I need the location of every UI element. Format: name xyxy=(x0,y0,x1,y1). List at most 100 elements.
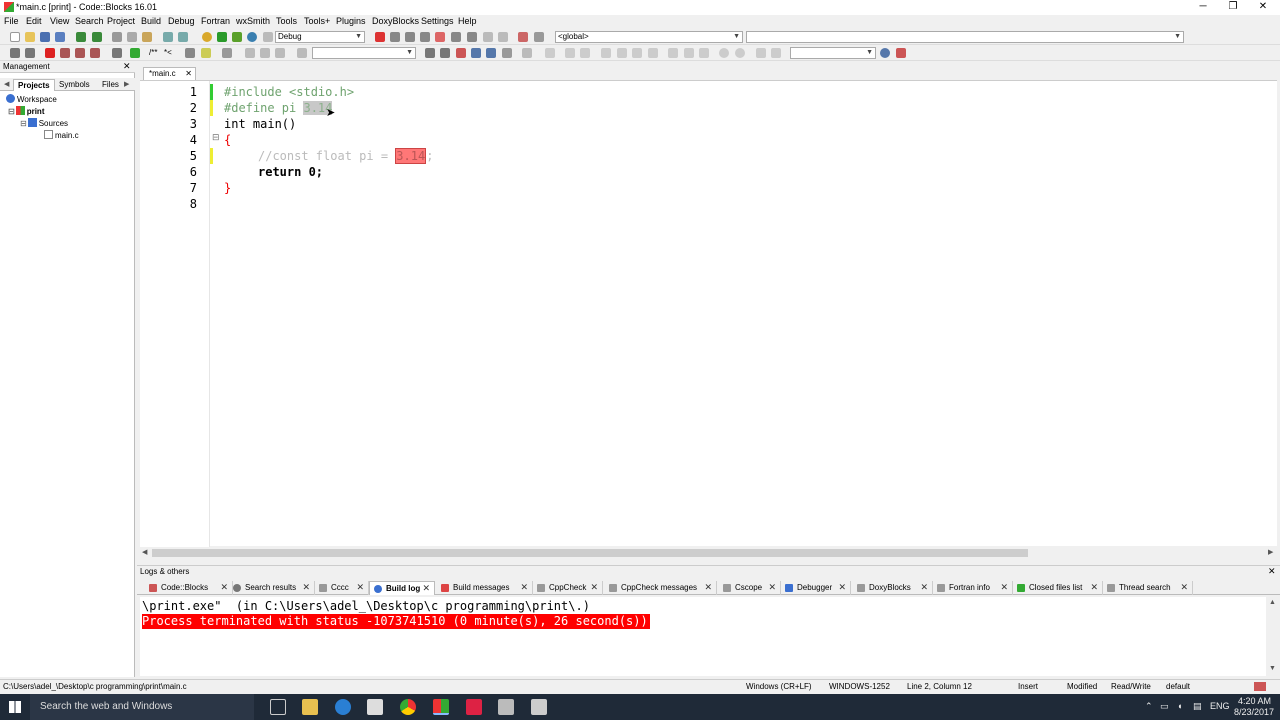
scroll-right-icon[interactable]: ▶ xyxy=(1268,548,1273,556)
jump-back-icon[interactable] xyxy=(245,48,255,58)
run-icon[interactable] xyxy=(217,32,227,42)
logs-close-icon[interactable]: ✕ xyxy=(1268,566,1276,577)
symbol-s-icon[interactable] xyxy=(756,48,766,58)
menu-help[interactable]: Help xyxy=(458,16,477,26)
align-center-icon[interactable] xyxy=(565,48,575,58)
build-target-select[interactable]: Debug ▼ xyxy=(275,31,365,43)
tab-debugger[interactable]: Debugger ✕ xyxy=(781,581,851,595)
next-line-icon[interactable] xyxy=(405,32,415,42)
zoom-out-icon[interactable] xyxy=(735,48,745,58)
doxy-block-comment-button[interactable]: /** xyxy=(149,48,157,57)
app-icon[interactable] xyxy=(531,699,547,715)
scroll-left-icon[interactable]: ◀ xyxy=(142,548,147,556)
tab-cscope[interactable]: Cscope ✕ xyxy=(719,581,781,595)
tab-codeblocks-log[interactable]: Code::Blocks ✕ xyxy=(145,581,233,595)
store-icon[interactable] xyxy=(367,699,383,715)
tab-cccc[interactable]: Cccc ✕ xyxy=(315,581,369,595)
tab-build-log[interactable]: Build log ✕ xyxy=(369,581,435,595)
restore-button[interactable]: ❐ xyxy=(1218,0,1248,15)
zoom-in-icon[interactable] xyxy=(719,48,729,58)
network-icon[interactable]: ▭ xyxy=(1160,701,1169,712)
symbol-c-icon[interactable] xyxy=(771,48,781,58)
menu-tools-plus[interactable]: Tools+ xyxy=(304,16,330,26)
tab-fortran-info[interactable]: Fortran info ✕ xyxy=(933,581,1013,595)
debug-start-icon[interactable] xyxy=(375,32,385,42)
tab-projects[interactable]: Projects xyxy=(13,79,55,91)
powerpoint-icon[interactable] xyxy=(466,699,482,715)
incremental-search-input[interactable]: ▼ xyxy=(312,47,416,59)
regex-icon[interactable] xyxy=(502,48,512,58)
menu-file[interactable]: File xyxy=(4,16,19,26)
thread-search-options-icon[interactable] xyxy=(896,48,906,58)
selection-only-icon[interactable] xyxy=(471,48,481,58)
paste-icon[interactable] xyxy=(142,32,152,42)
build-log-output[interactable]: \print.exe" (in C:\Users\adel_\Desktop\c… xyxy=(140,597,1267,676)
copy-icon[interactable] xyxy=(127,32,137,42)
doxy-html-icon[interactable] xyxy=(201,48,211,58)
forward-arrow-icon[interactable] xyxy=(25,48,35,58)
jump-clear-icon[interactable] xyxy=(260,48,270,58)
tab-thread-search[interactable]: Thread search ✕ xyxy=(1103,581,1193,595)
abort-icon[interactable] xyxy=(263,32,273,42)
step-into-icon[interactable] xyxy=(420,32,430,42)
select-arrow-icon[interactable] xyxy=(522,48,532,58)
layout-4-icon[interactable] xyxy=(648,48,658,58)
layout-3-icon[interactable] xyxy=(632,48,642,58)
tab-search-results[interactable]: Search results ✕ xyxy=(229,581,315,595)
doxy-wizard-icon[interactable] xyxy=(130,48,140,58)
align-left-icon[interactable] xyxy=(545,48,555,58)
menu-tools[interactable]: Tools xyxy=(276,16,297,26)
jump-forward-icon[interactable] xyxy=(275,48,285,58)
task-view-icon[interactable] xyxy=(270,699,286,715)
editor-tab-main-c[interactable]: *main.c ✕ xyxy=(143,67,196,80)
tab-closed-files[interactable]: Closed files list ✕ xyxy=(1013,581,1103,595)
volume-icon[interactable]: ◖ xyxy=(1177,701,1182,711)
bookmark-next-icon[interactable] xyxy=(75,48,85,58)
save-all-icon[interactable] xyxy=(55,32,65,42)
back-arrow-icon[interactable] xyxy=(10,48,20,58)
scroll-down-icon[interactable]: ▼ xyxy=(1269,665,1276,672)
collapse-icon[interactable]: ⊟ xyxy=(20,119,27,128)
fold-marker-icon[interactable]: ⊟ xyxy=(212,132,220,143)
windows-start-icon[interactable] xyxy=(9,701,21,713)
layout-1-icon[interactable] xyxy=(601,48,611,58)
collapse-icon[interactable]: ⊟ xyxy=(8,107,15,116)
cut-icon[interactable] xyxy=(112,32,122,42)
tree-workspace[interactable]: Workspace xyxy=(6,94,57,104)
step-into-instruction-icon[interactable] xyxy=(467,32,477,42)
logs-vertical-scrollbar[interactable]: ▲ ▼ xyxy=(1266,597,1278,676)
tray-chevron-icon[interactable]: ⌃ xyxy=(1145,701,1153,712)
frame-3-icon[interactable] xyxy=(699,48,709,58)
prev-match-icon[interactable] xyxy=(425,48,435,58)
menu-search[interactable]: Search xyxy=(75,16,104,26)
clock-time[interactable]: 4:20 AM xyxy=(1238,696,1271,706)
frame-2-icon[interactable] xyxy=(684,48,694,58)
tree-project-print[interactable]: ⊟ print xyxy=(8,106,44,116)
editor-horizontal-scrollbar[interactable]: ◀ ▶ xyxy=(140,547,1277,559)
bookmark-clear-icon[interactable] xyxy=(90,48,100,58)
tab-scroll-right-icon[interactable]: ▶ xyxy=(124,80,129,88)
app-icon[interactable] xyxy=(498,699,514,715)
next-match-icon[interactable] xyxy=(440,48,450,58)
tab-symbols[interactable]: Symbols xyxy=(55,79,94,91)
redo-icon[interactable] xyxy=(92,32,102,42)
tab-cppcheck[interactable]: CppCheck ✕ xyxy=(533,581,603,595)
tab-close-icon[interactable]: ✕ xyxy=(185,68,192,80)
open-folder-icon[interactable] xyxy=(25,32,35,42)
comment-icon[interactable] xyxy=(112,48,122,58)
taskbar-search-box[interactable]: Search the web and Windows xyxy=(30,694,254,720)
menu-build[interactable]: Build xyxy=(141,16,161,26)
find-icon[interactable] xyxy=(163,32,173,42)
language-indicator[interactable]: ENG xyxy=(1210,701,1230,711)
jump-icon[interactable] xyxy=(222,48,232,58)
menu-edit[interactable]: Edit xyxy=(26,16,42,26)
tab-doxyblocks[interactable]: DoxyBlocks ✕ xyxy=(853,581,933,595)
menu-wxsmith[interactable]: wxSmith xyxy=(236,16,270,26)
doxy-line-comment-button[interactable]: *< xyxy=(164,48,172,57)
layout-2-icon[interactable] xyxy=(617,48,627,58)
incremental-search-icon[interactable] xyxy=(297,48,307,58)
match-case-icon[interactable] xyxy=(486,48,496,58)
menu-doxyblocks[interactable]: DoxyBlocks xyxy=(372,16,419,26)
thread-search-icon[interactable] xyxy=(880,48,890,58)
frame-1-icon[interactable] xyxy=(668,48,678,58)
